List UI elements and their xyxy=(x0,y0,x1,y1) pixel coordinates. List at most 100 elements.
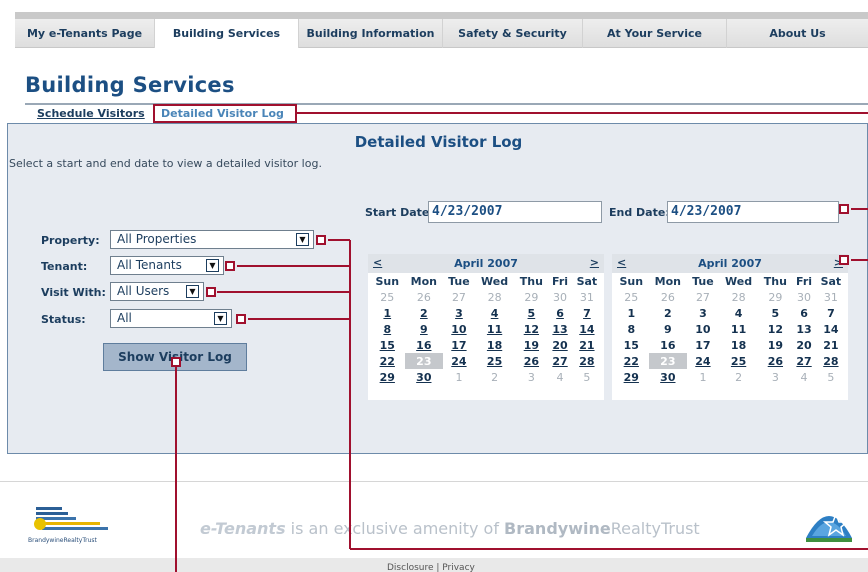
calendar-day[interactable]: 4 xyxy=(719,305,759,321)
calendar-day[interactable]: 2 xyxy=(719,369,759,385)
calendar-day[interactable]: 14 xyxy=(572,321,602,337)
calendar-day[interactable]: 29 xyxy=(514,289,548,305)
calendar-day[interactable]: 27 xyxy=(687,289,719,305)
tab-safety-security[interactable]: Safety & Security xyxy=(443,19,583,48)
calendar-day[interactable]: 12 xyxy=(758,321,792,337)
status-select[interactable]: All ▼ xyxy=(110,309,232,328)
tab-my-e-tenants[interactable]: My e-Tenants Page xyxy=(15,19,155,48)
calendar-day[interactable]: 20 xyxy=(792,337,815,353)
tab-at-your-service[interactable]: At Your Service xyxy=(583,19,727,48)
calendar-day[interactable]: 25 xyxy=(475,353,515,369)
calendar-day[interactable]: 13 xyxy=(792,321,815,337)
calendar-day[interactable]: 19 xyxy=(514,337,548,353)
calendar-day[interactable]: 5 xyxy=(758,305,792,321)
calendar-day[interactable]: 5 xyxy=(816,369,846,385)
tab-about-us[interactable]: About Us xyxy=(727,19,868,48)
calendar-day[interactable]: 25 xyxy=(614,289,649,305)
calendar-day[interactable]: 17 xyxy=(443,337,475,353)
calendar-day[interactable]: 30 xyxy=(548,289,571,305)
calendar-day[interactable]: 24 xyxy=(687,353,719,369)
tenant-select[interactable]: All Tenants ▼ xyxy=(110,256,224,275)
calendar-day[interactable]: 3 xyxy=(758,369,792,385)
calendar-day[interactable]: 9 xyxy=(649,321,688,337)
calendar-day[interactable]: 31 xyxy=(816,289,846,305)
calendar-day[interactable]: 28 xyxy=(475,289,515,305)
calendar-day[interactable]: 1 xyxy=(370,305,405,321)
calendar-day[interactable]: 3 xyxy=(443,305,475,321)
calendar-day[interactable]: 19 xyxy=(758,337,792,353)
tab-building-services[interactable]: Building Services xyxy=(155,19,299,48)
calendar-day[interactable]: 1 xyxy=(443,369,475,385)
calendar-day[interactable]: 28 xyxy=(572,353,602,369)
calendar-day[interactable]: 15 xyxy=(370,337,405,353)
calendar-day[interactable]: 15 xyxy=(614,337,649,353)
calendar-day[interactable]: 1 xyxy=(614,305,649,321)
calendar-day[interactable]: 6 xyxy=(792,305,815,321)
property-select[interactable]: All Properties ▼ xyxy=(110,230,314,249)
calendar-day[interactable]: 28 xyxy=(816,353,846,369)
subtab-schedule-visitors[interactable]: Schedule Visitors xyxy=(37,107,145,120)
calendar-day[interactable]: 3 xyxy=(687,305,719,321)
calendar-day[interactable]: 18 xyxy=(475,337,515,353)
calendar-day[interactable]: 5 xyxy=(572,369,602,385)
calendar-day[interactable]: 7 xyxy=(816,305,846,321)
subtab-detailed-visitor-log[interactable]: Detailed Visitor Log xyxy=(153,104,297,123)
calendar-day[interactable]: 2 xyxy=(475,369,515,385)
calendar-day[interactable]: 21 xyxy=(816,337,846,353)
calendar-day[interactable]: 2 xyxy=(649,305,688,321)
calendar-day[interactable]: 20 xyxy=(548,337,571,353)
calendar-day[interactable]: 26 xyxy=(649,289,688,305)
calendar-day[interactable]: 29 xyxy=(614,369,649,385)
calendar-next-month[interactable]: > xyxy=(590,256,599,269)
calendar-day[interactable]: 25 xyxy=(719,353,759,369)
calendar-day[interactable]: 21 xyxy=(572,337,602,353)
footer-links[interactable]: Disclosure | Privacy xyxy=(387,563,475,572)
calendar-day[interactable]: 7 xyxy=(572,305,602,321)
calendar-day[interactable]: 24 xyxy=(443,353,475,369)
calendar-day[interactable]: 4 xyxy=(475,305,515,321)
calendar-day[interactable]: 17 xyxy=(687,337,719,353)
calendar-day[interactable]: 9 xyxy=(405,321,444,337)
calendar-day[interactable]: 10 xyxy=(687,321,719,337)
calendar-day[interactable]: 26 xyxy=(514,353,548,369)
calendar-day-selected[interactable]: 23 xyxy=(648,353,688,369)
visit-with-select[interactable]: All Users ▼ xyxy=(110,282,204,301)
calendar-day[interactable]: 26 xyxy=(405,289,444,305)
calendar-day[interactable]: 31 xyxy=(572,289,602,305)
calendar-day[interactable]: 4 xyxy=(792,369,815,385)
calendar-day-selected[interactable]: 23 xyxy=(404,353,444,369)
calendar-day[interactable]: 28 xyxy=(719,289,759,305)
tab-building-information[interactable]: Building Information xyxy=(299,19,443,48)
calendar-day[interactable]: 1 xyxy=(687,369,719,385)
calendar-day[interactable]: 14 xyxy=(816,321,846,337)
calendar-day[interactable]: 26 xyxy=(758,353,792,369)
calendar-day[interactable]: 11 xyxy=(719,321,759,337)
calendar-day[interactable]: 27 xyxy=(548,353,571,369)
start-date-input[interactable]: 4/23/2007 xyxy=(428,201,602,223)
calendar-day[interactable]: 30 xyxy=(792,289,815,305)
calendar-day[interactable]: 13 xyxy=(548,321,571,337)
calendar-day[interactable]: 22 xyxy=(370,353,405,369)
calendar-day[interactable]: 29 xyxy=(758,289,792,305)
calendar-day[interactable]: 16 xyxy=(405,337,444,353)
calendar-day[interactable]: 6 xyxy=(548,305,571,321)
calendar-day[interactable]: 5 xyxy=(514,305,548,321)
end-date-input[interactable]: 4/23/2007 xyxy=(667,201,839,223)
calendar-day[interactable]: 16 xyxy=(649,337,688,353)
calendar-day[interactable]: 4 xyxy=(548,369,571,385)
calendar-day[interactable]: 3 xyxy=(514,369,548,385)
calendar-day[interactable]: 8 xyxy=(614,321,649,337)
calendar-day[interactable]: 22 xyxy=(614,353,649,369)
calendar-day[interactable]: 10 xyxy=(443,321,475,337)
calendar-day[interactable]: 8 xyxy=(370,321,405,337)
calendar-day[interactable]: 18 xyxy=(719,337,759,353)
calendar-day[interactable]: 12 xyxy=(514,321,548,337)
calendar-day[interactable]: 2 xyxy=(405,305,444,321)
calendar-day[interactable]: 25 xyxy=(370,289,405,305)
calendar-day[interactable]: 29 xyxy=(370,369,405,385)
calendar-day[interactable]: 27 xyxy=(443,289,475,305)
calendar-day[interactable]: 30 xyxy=(405,369,444,385)
calendar-day[interactable]: 30 xyxy=(649,369,688,385)
calendar-day[interactable]: 11 xyxy=(475,321,515,337)
calendar-day[interactable]: 27 xyxy=(792,353,815,369)
